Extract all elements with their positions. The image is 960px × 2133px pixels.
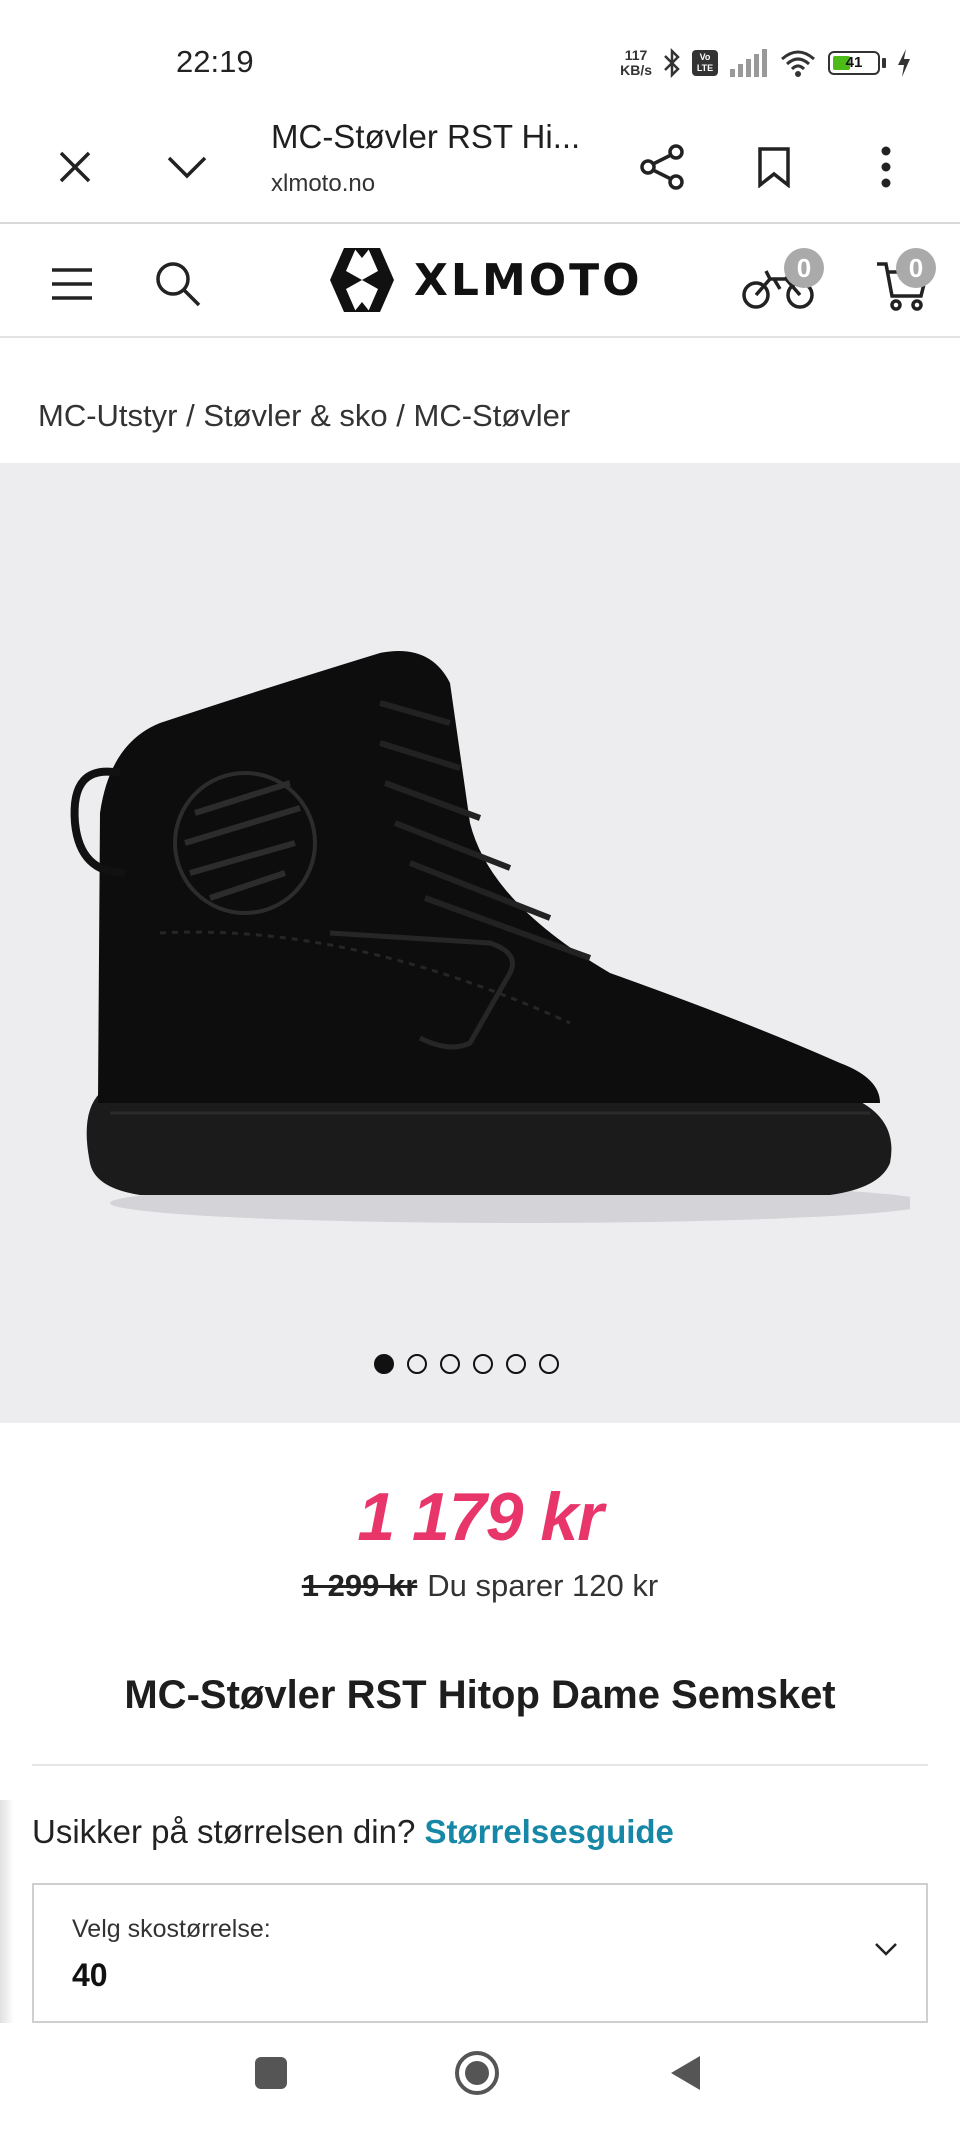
- breadcrumb-separator: /: [387, 398, 414, 433]
- back-button[interactable]: [650, 2038, 720, 2108]
- gallery-dot[interactable]: [374, 1354, 394, 1374]
- size-select-value: 40: [72, 1957, 108, 1993]
- system-nav-bar: [0, 2023, 960, 2133]
- product-title: MC-Støvler RST Hitop Dame Semsket: [124, 1673, 836, 1717]
- wifi-icon: [781, 50, 815, 77]
- net-speed: 117 KB/s: [620, 47, 652, 78]
- battery-tip: [882, 58, 886, 68]
- cart-button[interactable]: 0: [858, 248, 948, 324]
- gallery-pagination: [374, 1354, 559, 1374]
- tab-domain[interactable]: xlmoto.no: [271, 170, 375, 198]
- gallery-dot[interactable]: [539, 1354, 559, 1374]
- bookmark-button[interactable]: [739, 132, 809, 202]
- status-bar: 22:19 117 KB/s Vo LTE 41: [0, 0, 960, 110]
- size-help: Usikker på størrelsen din? Størrelsesgui…: [32, 1813, 674, 1851]
- gallery-dot[interactable]: [473, 1354, 493, 1374]
- size-guide-link[interactable]: Størrelsesguide: [424, 1813, 673, 1850]
- back-icon: [671, 2056, 700, 2090]
- breadcrumb: MC-Utstyr / Støvler & sko / MC-Støvler: [38, 398, 570, 434]
- size-help-text: Usikker på størrelsen din?: [32, 1813, 416, 1850]
- bluetooth-icon: [664, 47, 680, 79]
- charging-icon: [898, 49, 910, 77]
- breadcrumb-item[interactable]: MC-Utstyr: [38, 398, 177, 433]
- gallery-dot[interactable]: [440, 1354, 460, 1374]
- edge-shadow: [0, 1800, 14, 2030]
- chevron-down-icon: [875, 1943, 897, 1956]
- status-time: 22:19: [176, 44, 254, 79]
- more-vert-icon: [881, 146, 891, 188]
- sale-price: 1 179 kr: [357, 1479, 603, 1555]
- search-button[interactable]: [146, 252, 210, 316]
- size-select-label: Velg skostørrelse:: [72, 1915, 271, 1943]
- garage-count-badge: 0: [784, 248, 824, 288]
- browser-toolbar: MC-Støvler RST Hi... xlmoto.no: [0, 110, 960, 224]
- price-savings-row: 1 299 kr Du sparer 120 kr: [0, 1568, 960, 1604]
- site-logo[interactable]: XLMOTO: [318, 242, 650, 318]
- close-tab-button[interactable]: [40, 132, 110, 202]
- gallery-dot[interactable]: [407, 1354, 427, 1374]
- battery-icon: 41: [828, 51, 880, 75]
- home-button[interactable]: [442, 2038, 512, 2108]
- status-icons: 117 KB/s Vo LTE 41: [620, 46, 912, 80]
- divider: [32, 1764, 928, 1766]
- breadcrumb-separator: /: [177, 398, 204, 433]
- home-icon: [455, 2051, 499, 2095]
- share-button[interactable]: [627, 132, 697, 202]
- breadcrumb-item[interactable]: MC-Støvler: [414, 398, 571, 433]
- cart-count-badge: 0: [896, 248, 936, 288]
- volte-icon: Vo LTE: [692, 50, 718, 76]
- menu-icon: [52, 268, 92, 300]
- product-image[interactable]: [50, 643, 910, 1243]
- page-info-button[interactable]: [152, 132, 222, 202]
- gallery-dot[interactable]: [506, 1354, 526, 1374]
- share-icon: [640, 144, 684, 190]
- recents-button[interactable]: [236, 2038, 306, 2108]
- my-garage-button[interactable]: 0: [728, 248, 828, 324]
- chevron-down-icon: [167, 156, 207, 179]
- product-gallery[interactable]: [0, 463, 960, 1423]
- tab-title[interactable]: MC-Støvler RST Hi...: [271, 118, 591, 156]
- breadcrumb-item[interactable]: Støvler & sko: [203, 398, 387, 433]
- logo-text: XLMOTO: [414, 254, 643, 306]
- signal-icon: [730, 49, 767, 77]
- close-icon: [59, 151, 91, 183]
- more-options-button[interactable]: [851, 132, 921, 202]
- menu-button[interactable]: [40, 252, 104, 316]
- search-icon: [156, 262, 201, 307]
- bookmark-icon: [758, 147, 790, 188]
- site-header: XLMOTO 0 0: [0, 224, 960, 338]
- old-price: 1 299 kr: [301, 1568, 418, 1603]
- recents-icon: [255, 2057, 287, 2089]
- savings-text: Du sparer 120 kr: [427, 1568, 659, 1603]
- shoe-size-select[interactable]: Velg skostørrelse: 40: [32, 1883, 928, 2023]
- xlmoto-logo-icon: [330, 248, 394, 312]
